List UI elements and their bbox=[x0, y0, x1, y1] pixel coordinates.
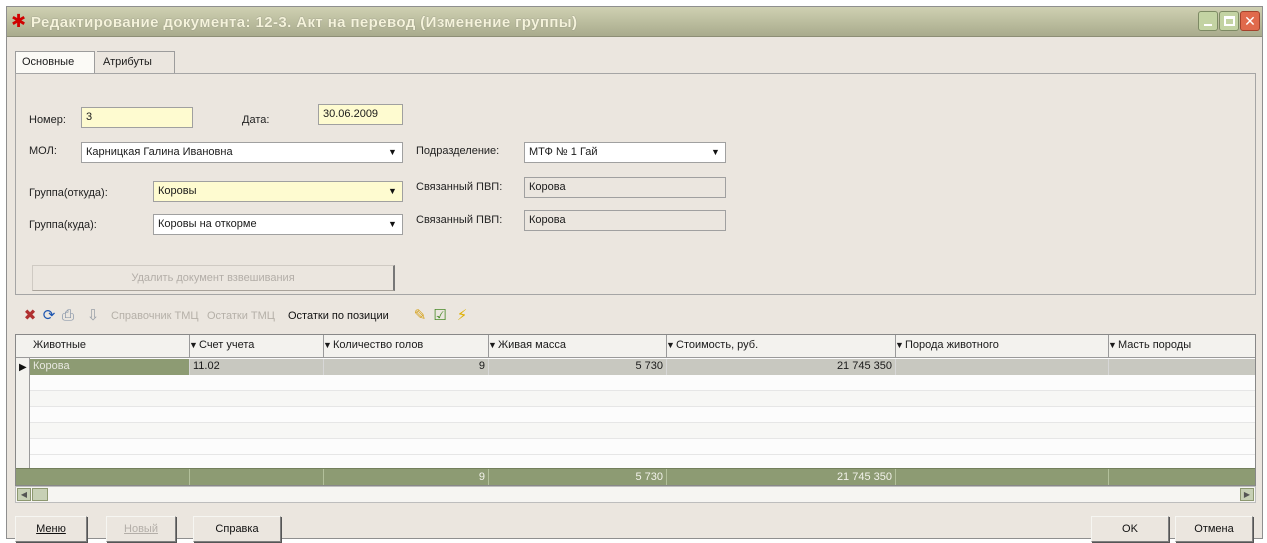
scroll-right-icon[interactable]: ▶ bbox=[1240, 488, 1254, 501]
column-header-heads[interactable]: ▼Количество голов bbox=[324, 335, 489, 358]
cell-breed-color[interactable] bbox=[1109, 359, 1255, 375]
cancel-button[interactable]: Отмена bbox=[1175, 516, 1253, 542]
lightning-icon[interactable]: ⚡ bbox=[453, 307, 471, 324]
column-header-cost[interactable]: ▼Стоимость, руб. bbox=[667, 335, 896, 358]
table-row[interactable]: Корова 11.02 9 5 730 21 745 350 bbox=[30, 359, 1255, 375]
filter-arrow-icon[interactable]: ▼ bbox=[489, 340, 497, 350]
empty-row bbox=[30, 375, 1255, 391]
empty-row bbox=[30, 439, 1255, 455]
mol-value: Карницкая Галина Ивановна bbox=[86, 146, 233, 158]
export-icon[interactable]: ⇩ bbox=[84, 307, 102, 324]
total-heads: 9 bbox=[324, 469, 489, 485]
total-breed-color bbox=[1109, 469, 1255, 485]
total-cost: 21 745 350 bbox=[667, 469, 896, 485]
group-to-combo[interactable]: Коровы на откорме ▼ bbox=[153, 214, 403, 235]
tmc-balances-button[interactable]: Остатки ТМЦ bbox=[207, 310, 275, 322]
tab-main[interactable]: Основные bbox=[15, 51, 95, 73]
main-tab-panel: Номер: 3 Дата: 30.06.2009 МОЛ: Карницкая… bbox=[15, 73, 1256, 295]
close-icon: ✕ bbox=[1244, 13, 1256, 29]
document-editor-window: ✱ Редактирование документа: 12-3. Акт на… bbox=[6, 6, 1263, 542]
linked-pvp-field-1: Корова bbox=[524, 177, 726, 198]
maximize-button[interactable] bbox=[1219, 11, 1239, 31]
division-label: Подразделение: bbox=[416, 145, 500, 157]
totals-row: 9 5 730 21 745 350 bbox=[16, 468, 1255, 485]
scroll-thumb[interactable] bbox=[32, 488, 48, 501]
empty-row bbox=[30, 407, 1255, 423]
filter-arrow-icon[interactable]: ▼ bbox=[190, 340, 198, 350]
minimize-icon bbox=[1204, 24, 1212, 26]
chevron-down-icon[interactable]: ▼ bbox=[384, 144, 401, 161]
cell-breed[interactable] bbox=[896, 359, 1109, 375]
delete-row-icon[interactable]: ✖ bbox=[21, 307, 39, 324]
group-to-value: Коровы на откорме bbox=[158, 218, 257, 230]
total-account bbox=[190, 469, 324, 485]
total-animals bbox=[16, 469, 190, 485]
linked-pvp-label-1: Связанный ПВП: bbox=[416, 181, 503, 193]
date-label: Дата: bbox=[242, 114, 270, 126]
cell-heads[interactable]: 9 bbox=[324, 359, 489, 375]
scroll-left-icon[interactable]: ◀ bbox=[17, 488, 31, 501]
menu-button[interactable]: Меню bbox=[15, 516, 87, 542]
group-from-combo[interactable]: Коровы ▼ bbox=[153, 181, 403, 202]
chevron-down-icon[interactable]: ▼ bbox=[384, 183, 401, 200]
cell-live-weight[interactable]: 5 730 bbox=[489, 359, 667, 375]
group-from-value: Коровы bbox=[158, 185, 197, 197]
tab-attributes[interactable]: Атрибуты bbox=[97, 51, 175, 73]
close-button[interactable]: ✕ bbox=[1240, 11, 1260, 31]
grid-toolbar: ✖ ⟳ ⎙ ⇩ Справочник ТМЦ Остатки ТМЦ Остат… bbox=[15, 303, 1256, 329]
chevron-down-icon[interactable]: ▼ bbox=[384, 216, 401, 233]
total-breed bbox=[896, 469, 1109, 485]
refresh-icon[interactable]: ⟳ bbox=[40, 307, 58, 324]
current-row-arrow-icon: ▶ bbox=[19, 362, 27, 373]
grid-header: Животные ▼Счет учета ▼Количество голов ▼… bbox=[16, 335, 1255, 358]
app-logo-icon: ✱ bbox=[11, 11, 27, 31]
filter-arrow-icon[interactable]: ▼ bbox=[667, 340, 675, 350]
group-to-label: Группа(куда): bbox=[29, 219, 97, 231]
column-header-animals[interactable]: Животные bbox=[30, 335, 190, 358]
total-live-weight: 5 730 bbox=[489, 469, 667, 485]
column-header-breed-color[interactable]: ▼Масть породы bbox=[1109, 335, 1255, 358]
date-field[interactable]: 30.06.2009 bbox=[318, 104, 403, 125]
animals-grid[interactable]: Животные ▼Счет учета ▼Количество голов ▼… bbox=[15, 334, 1256, 486]
number-field[interactable]: 3 bbox=[81, 107, 193, 128]
window-title: Редактирование документа: 12-3. Акт на п… bbox=[31, 14, 578, 31]
chevron-down-icon[interactable]: ▼ bbox=[707, 144, 724, 161]
filter-arrow-icon[interactable]: ▼ bbox=[896, 340, 904, 350]
cell-account[interactable]: 11.02 bbox=[190, 359, 324, 375]
mol-combo[interactable]: Карницкая Галина Ивановна ▼ bbox=[81, 142, 403, 163]
column-header-breed[interactable]: ▼Порода животного bbox=[896, 335, 1109, 358]
number-label: Номер: bbox=[29, 114, 66, 126]
help-button[interactable]: Справка bbox=[193, 516, 281, 542]
division-combo[interactable]: МТФ № 1 Гай ▼ bbox=[524, 142, 726, 163]
empty-row bbox=[30, 391, 1255, 407]
column-header-live-weight[interactable]: ▼Живая масса bbox=[489, 335, 667, 358]
edit-icon[interactable]: ✎ bbox=[411, 307, 429, 324]
cell-cost[interactable]: 21 745 350 bbox=[667, 359, 896, 375]
filter-arrow-icon[interactable]: ▼ bbox=[1109, 340, 1117, 350]
linked-pvp-label-2: Связанный ПВП: bbox=[416, 214, 503, 226]
print-icon[interactable]: ⎙ bbox=[59, 307, 77, 324]
new-button[interactable]: Новый bbox=[106, 516, 176, 542]
division-value: МТФ № 1 Гай bbox=[529, 146, 598, 158]
maximize-icon bbox=[1224, 16, 1235, 26]
minimize-button[interactable] bbox=[1198, 11, 1218, 31]
column-header-account[interactable]: ▼Счет учета bbox=[190, 335, 324, 358]
linked-pvp-field-2: Корова bbox=[524, 210, 726, 231]
horizontal-scrollbar[interactable]: ◀ ▶ bbox=[15, 486, 1256, 503]
cell-animal[interactable]: Корова bbox=[30, 359, 190, 375]
position-balances-button[interactable]: Остатки по позиции bbox=[288, 310, 389, 322]
mol-label: МОЛ: bbox=[29, 145, 57, 157]
check-icon[interactable]: ☑ bbox=[431, 307, 449, 324]
tmc-reference-button[interactable]: Справочник ТМЦ bbox=[111, 310, 199, 322]
group-from-label: Группа(откуда): bbox=[29, 187, 108, 199]
delete-weighing-document-button[interactable]: Удалить документ взвешивания bbox=[32, 265, 395, 291]
filter-arrow-icon[interactable]: ▼ bbox=[324, 340, 332, 350]
row-indicator-column: ▶ bbox=[16, 358, 30, 473]
empty-row bbox=[30, 423, 1255, 439]
ok-button[interactable]: OK bbox=[1091, 516, 1169, 542]
title-bar[interactable]: ✱ Редактирование документа: 12-3. Акт на… bbox=[7, 7, 1262, 37]
